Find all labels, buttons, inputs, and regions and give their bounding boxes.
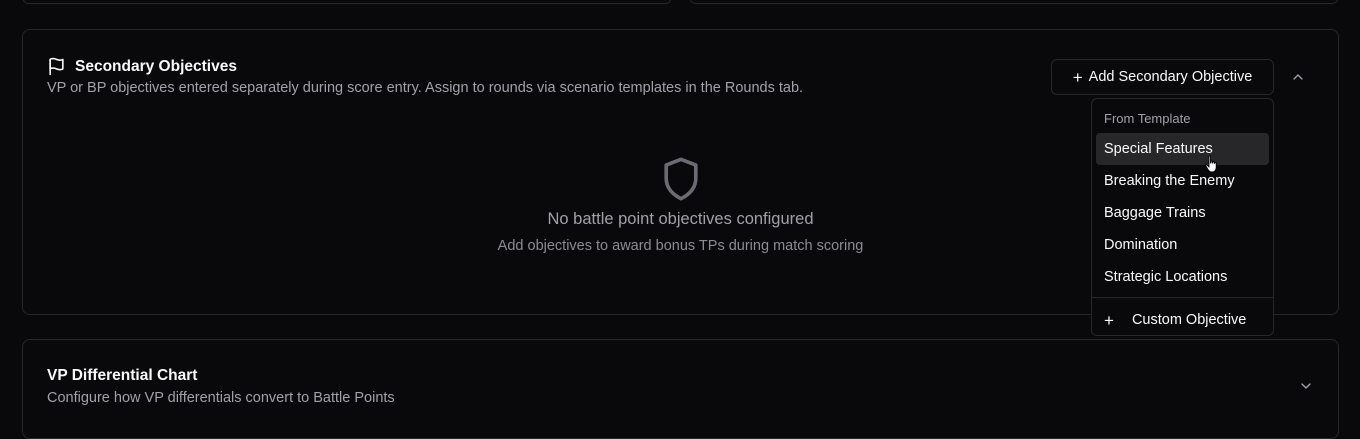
secondary-objectives-title: Secondary Objectives	[75, 57, 237, 75]
custom-objective-label: Custom Objective	[1131, 312, 1247, 328]
chevron-down-icon[interactable]	[1298, 378, 1314, 394]
previous-card-right	[689, 0, 1339, 4]
secondary-objectives-description: VP or BP objectives entered separately d…	[47, 80, 804, 96]
dropdown-separator	[1092, 297, 1273, 298]
shield-icon	[663, 157, 698, 201]
vp-differential-chart-description: Configure how VP differentials convert t…	[47, 390, 395, 406]
menu-item-domination[interactable]: Domination	[1096, 229, 1269, 261]
plus-icon: +	[1104, 310, 1114, 330]
hand-pointer-icon	[1205, 155, 1217, 173]
add-secondary-objective-button[interactable]: + Add Secondary Objective	[1051, 59, 1274, 95]
plus-icon: +	[1072, 67, 1083, 87]
vp-differential-chart-card[interactable]: VP Differential Chart Configure how VP d…	[22, 339, 1339, 439]
menu-item-baggage-trains[interactable]: Baggage Trains	[1096, 197, 1269, 229]
chevron-up-icon[interactable]	[1290, 69, 1306, 85]
menu-item-custom-objective[interactable]: + Custom Objective	[1096, 302, 1269, 338]
menu-item-special-features[interactable]: Special Features	[1096, 133, 1269, 165]
vp-differential-chart-title: VP Differential Chart	[47, 367, 198, 384]
dropdown-group-label: From Template	[1104, 111, 1191, 126]
flag-icon	[49, 57, 64, 76]
add-secondary-objective-label: Add Secondary Objective	[1088, 69, 1253, 85]
secondary-objectives-heading: Secondary Objectives	[47, 57, 237, 76]
menu-item-strategic-locations[interactable]: Strategic Locations	[1096, 261, 1269, 293]
add-objective-dropdown-menu: From Template Special Features Breaking …	[1091, 98, 1274, 336]
menu-item-breaking-the-enemy[interactable]: Breaking the Enemy	[1096, 165, 1269, 197]
previous-card-left	[22, 0, 672, 4]
